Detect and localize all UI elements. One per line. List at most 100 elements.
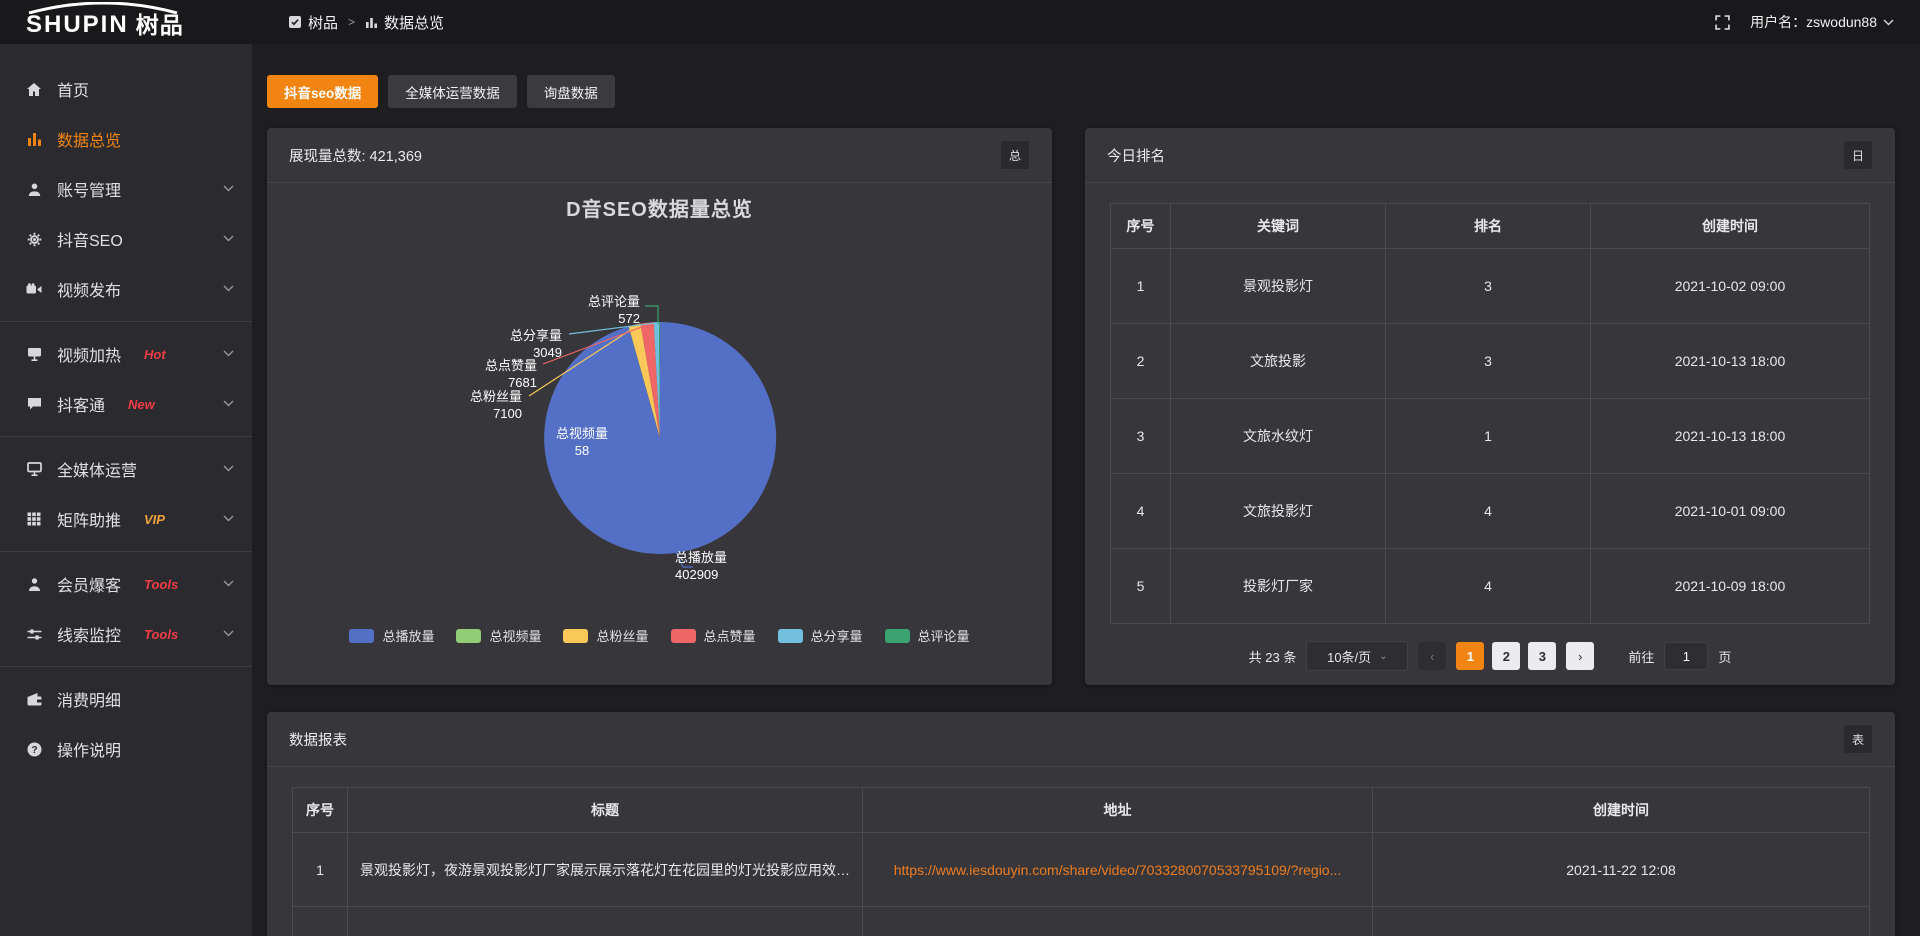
legend-swatch — [671, 629, 696, 643]
sidebar: 首页数据总览账号管理抖音SEO视频发布视频加热Hot抖客通New全媒体运营矩阵助… — [0, 44, 252, 936]
chevron-down-icon — [223, 463, 234, 475]
sidebar-item-media-ops[interactable]: 全媒体运营 — [0, 444, 252, 494]
rank-table-cell: 2 — [1111, 324, 1171, 399]
report-cell-url: https://www.iesdouyin.com/share/video/70… — [863, 833, 1373, 907]
sidebar-item-label: 数据总览 — [57, 127, 121, 151]
legend-item[interactable]: 总分享量 — [778, 626, 863, 645]
pie-svg — [267, 183, 1052, 683]
page-size-select[interactable]: 10条/页 ⌄ — [1306, 641, 1408, 671]
breadcrumb-current[interactable]: 数据总览 — [365, 12, 444, 33]
chevron-down-icon — [223, 233, 234, 245]
rank-column-header: 序号 — [1111, 204, 1171, 249]
sidebar-item-member-bloom[interactable]: 会员爆客Tools — [0, 559, 252, 609]
legend-item[interactable]: 总播放量 — [349, 626, 434, 645]
rank-table-cell: 文旅投影灯 — [1171, 474, 1386, 549]
breadcrumb-separator: > — [348, 15, 355, 29]
video-camera-icon — [26, 283, 42, 296]
sidebar-item-video-heat[interactable]: 视频加热 Hot — [0, 329, 252, 379]
rank-table-row: 1景观投影灯32021-10-02 09:00 — [1111, 249, 1870, 324]
chevron-down-icon — [223, 628, 234, 640]
next-page-button[interactable]: › — [1566, 642, 1594, 670]
report-column-header: 序号 — [293, 788, 348, 833]
legend-item[interactable]: 总粉丝量 — [563, 626, 648, 645]
rank-table-cell: 3 — [1111, 399, 1171, 474]
data-report-panel: 数据报表 表 序号标题地址创建时间 1景观投影灯，夜游景观投影灯厂家展示展示落花… — [267, 712, 1895, 936]
sidebar-item-label: 视频加热 — [57, 342, 121, 366]
tab-douyin-seo-data[interactable]: 抖音seo数据 — [267, 75, 378, 108]
sidebar-item-label: 矩阵助推 — [57, 507, 121, 531]
grid-icon — [26, 512, 42, 526]
sidebar-item-data-overview[interactable]: 数据总览 — [0, 114, 252, 164]
legend-item[interactable]: 总视频量 — [456, 626, 541, 645]
rank-table-row: 3文旅水纹灯12021-10-13 18:00 — [1111, 399, 1870, 474]
question-icon: ? — [26, 742, 42, 757]
report-table-row: 1景观投影灯，夜游景观投影灯厂家展示展示落花灯在花园里的灯光投影应用效果 #ht… — [293, 833, 1870, 907]
sidebar-item-douyin-seo[interactable]: 抖音SEO — [0, 214, 252, 264]
sidebar-item-video-publish[interactable]: 视频发布 — [0, 264, 252, 314]
chevron-down-icon — [223, 348, 234, 360]
rank-table-cell: 2021-10-02 09:00 — [1591, 249, 1870, 324]
rank-table-cell: 1 — [1386, 399, 1591, 474]
breadcrumb-root[interactable]: 树品 — [288, 12, 338, 33]
app-logo[interactable]: SHUPIN 树品 — [0, 0, 252, 44]
user-icon — [26, 182, 42, 197]
sidebar-item-label: 首页 — [57, 77, 89, 101]
report-cell-title: 景观投影灯，夜游景观投影灯厂家展示展示落花灯在花园里的灯光投影应用效果 # — [348, 833, 863, 907]
rank-column-header: 排名 — [1386, 204, 1591, 249]
report-video-link[interactable]: https://www.iesdouyin.com/share/video/70… — [894, 862, 1342, 878]
report-cell-index — [293, 907, 348, 936]
rank-table-row: 5投影灯厂家42021-10-09 18:00 — [1111, 549, 1870, 624]
rank-table-cell: 5 — [1111, 549, 1171, 624]
goto-page-input[interactable]: 1 — [1664, 642, 1708, 670]
report-cell-time — [1373, 907, 1870, 936]
page-button-1[interactable]: 1 — [1456, 642, 1484, 670]
seo-panel-badge-button[interactable]: 总 — [1000, 140, 1030, 170]
sidebar-item-label: 会员爆客 — [57, 572, 121, 596]
report-cell-url — [863, 907, 1373, 936]
rank-table-cell: 景观投影灯 — [1171, 249, 1386, 324]
legend-swatch — [563, 629, 588, 643]
legend-label: 总播放量 — [382, 626, 434, 645]
rank-column-header: 创建时间 — [1591, 204, 1870, 249]
pie-leader-line — [645, 306, 658, 324]
rank-table-cell: 2021-10-13 18:00 — [1591, 399, 1870, 474]
goto-suffix: 页 — [1718, 647, 1731, 666]
report-panel-badge-button[interactable]: 表 — [1843, 724, 1873, 754]
report-panel-title: 数据报表 — [289, 729, 347, 750]
chevron-down-icon — [1883, 19, 1894, 26]
pie-label-videos: 总视频量58 — [537, 425, 627, 459]
sidebar-item-account[interactable]: 账号管理 — [0, 164, 252, 214]
rank-table-header: 序号关键词排名创建时间 — [1111, 204, 1870, 249]
report-column-header: 标题 — [348, 788, 863, 833]
pie-label-likes: 总点赞量7681 — [457, 357, 537, 391]
tab-media-ops-data[interactable]: 全媒体运营数据 — [388, 75, 517, 108]
sidebar-item-clue-monitor[interactable]: 线索监控Tools — [0, 609, 252, 659]
user-menu[interactable]: 用户名：zswodun88 — [1750, 12, 1894, 32]
rank-panel-badge-button[interactable]: 日 — [1843, 140, 1873, 170]
legend-item[interactable]: 总点赞量 — [671, 626, 756, 645]
sidebar-item-douketong[interactable]: 抖客通New — [0, 379, 252, 429]
page-button-3[interactable]: 3 — [1528, 642, 1556, 670]
seo-panel-title: 展现量总数: 421,369 — [289, 145, 422, 166]
prev-page-button[interactable]: ‹ — [1418, 642, 1446, 670]
legend-label: 总点赞量 — [704, 626, 756, 645]
sidebar-item-matrix-boost[interactable]: 矩阵助推VIP — [0, 494, 252, 544]
tab-inquiry-data[interactable]: 询盘数据 — [527, 75, 615, 108]
person-icon — [26, 577, 42, 592]
pie-chart: D音SEO数据量总览 总评论量572 总分享量3049 总点赞量7681 总粉丝… — [267, 183, 1052, 683]
report-cell-title — [348, 907, 863, 936]
chevron-down-icon — [223, 578, 234, 590]
rank-panel-title: 今日排名 — [1107, 145, 1165, 166]
chevron-down-icon — [223, 183, 234, 195]
page-button-2[interactable]: 2 — [1492, 642, 1520, 670]
sidebar-item-home[interactable]: 首页 — [0, 64, 252, 114]
home-icon — [26, 82, 42, 97]
legend-label: 总粉丝量 — [596, 626, 648, 645]
rank-column-header: 关键词 — [1171, 204, 1386, 249]
legend-item[interactable]: 总评论量 — [885, 626, 970, 645]
sidebar-item-label: 线索监控 — [57, 622, 121, 646]
sidebar-item-help[interactable]: ?操作说明 — [0, 724, 252, 774]
fullscreen-icon[interactable] — [1715, 15, 1730, 30]
sidebar-item-badge: Hot — [144, 347, 166, 362]
sidebar-item-consume[interactable]: 消费明细 — [0, 674, 252, 724]
